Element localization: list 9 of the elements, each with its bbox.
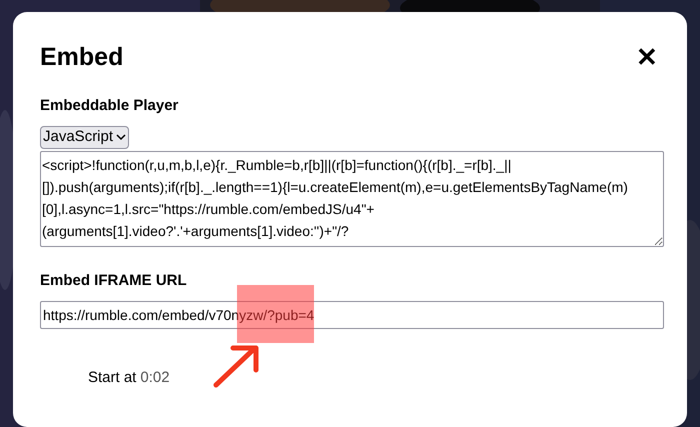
- url-field[interactable]: https://rumble.com/embed/v70nyzw/?pub=4: [40, 301, 664, 329]
- section-label: Embeddable Player: [40, 96, 180, 116]
- section-label: Embed IFRAME URL: [40, 270, 188, 290]
- code-field[interactable]: <script>!function(r,u,m,b,l,e){r._Rumble=b,r[b]||(r[b]=function(){(r[b]._=r[b]._||[]).push(arguments);if(r[b]._.length==1){l=u.createElement(m),e=u.getElementsByTagName(m)[0],l.async=1,l.src="https://rumble.com/embedJS/u4"+(arguments[1].video?'.'+arguments[1].video:'')+"/?: [40, 150, 664, 246]
- close-button[interactable]: ✕: [636, 44, 658, 70]
- dialog-title: Embed: [40, 42, 124, 72]
- start-label: Start at: [88, 368, 136, 388]
- format-dropdown[interactable]: JavaScript: [40, 126, 130, 148]
- start-time: 0:02: [140, 368, 170, 388]
